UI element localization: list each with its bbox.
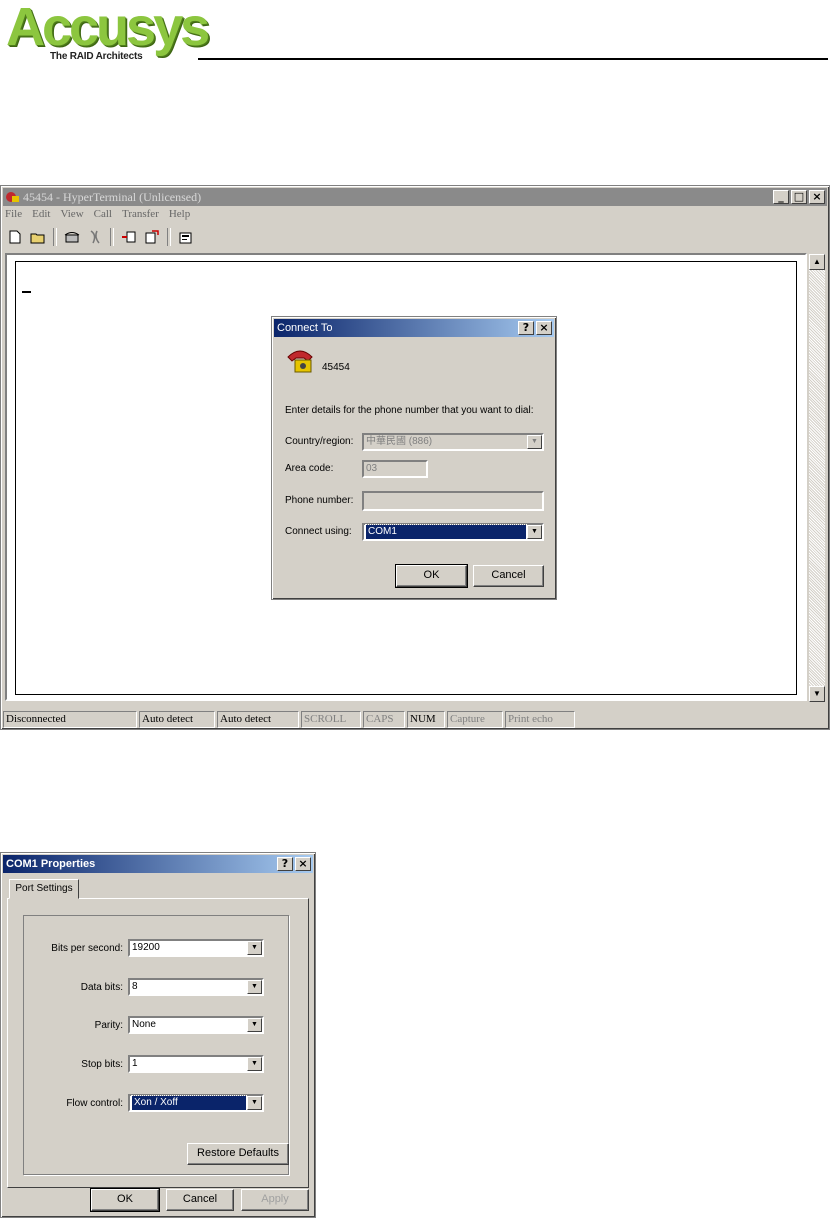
bits-per-second-value: 19200 [132, 942, 160, 953]
scroll-up-arrow-icon[interactable]: ▲ [809, 254, 825, 270]
status-detect-2: Auto detect [217, 711, 299, 728]
menu-bar: File Edit View Call Transfer Help [5, 208, 190, 224]
help-button[interactable]: ? [518, 321, 534, 335]
hyperterminal-titlebar[interactable]: 45454 - HyperTerminal (Unlicensed) _ □ × [3, 188, 827, 206]
receive-file-icon[interactable] [142, 228, 162, 246]
help-button[interactable]: ? [277, 857, 293, 871]
connect-using-value: COM1 [365, 524, 527, 540]
country-select[interactable]: 中華民國 (886) ▼ [362, 433, 544, 451]
flow-control-label: Flow control: [66, 1098, 123, 1109]
ok-button[interactable]: OK [90, 1188, 160, 1212]
dialog-title: Connect To [277, 322, 333, 334]
maximize-button[interactable]: □ [791, 190, 807, 204]
stop-bits-label: Stop bits: [81, 1059, 123, 1070]
vertical-scrollbar[interactable]: ▲ ▼ [809, 254, 825, 702]
send-file-icon[interactable] [119, 228, 139, 246]
close-button[interactable]: × [536, 321, 552, 335]
status-connection: Disconnected [3, 711, 137, 728]
country-label: Country/region: [285, 436, 354, 447]
menu-transfer[interactable]: Transfer [122, 208, 159, 224]
close-button[interactable]: × [295, 857, 311, 871]
connect-using-select[interactable]: COM1 ▼ [362, 523, 544, 541]
new-file-icon[interactable] [5, 228, 25, 246]
chevron-down-icon[interactable]: ▼ [247, 1096, 262, 1110]
connect-to-dialog: Connect To ? × 45454 Enter details for t… [271, 316, 557, 600]
status-bar: Disconnected Auto detect Auto detect SCR… [3, 711, 829, 729]
toolbar-separator [53, 228, 57, 246]
logo-brand: Accusys [6, 0, 210, 57]
phone-icon [287, 350, 313, 373]
chevron-down-icon[interactable]: ▼ [247, 1057, 262, 1071]
flow-control-select[interactable]: Xon / Xoff ▼ [128, 1094, 264, 1112]
cancel-button[interactable]: Cancel [166, 1189, 234, 1211]
accusys-logo: Accusys The RAID Architects [6, 0, 226, 64]
parity-select[interactable]: None ▼ [128, 1016, 264, 1034]
status-scroll: SCROLL [301, 711, 361, 728]
hyperterminal-icon [6, 192, 19, 202]
parity-label: Parity: [94, 1020, 123, 1031]
connect-to-titlebar[interactable]: Connect To ? × [274, 319, 554, 337]
menu-call[interactable]: Call [94, 208, 112, 224]
data-bits-label: Data bits: [80, 982, 123, 993]
status-caps: CAPS [363, 711, 405, 728]
data-bits-select[interactable]: 8 ▼ [128, 978, 264, 996]
scroll-down-arrow-icon[interactable]: ▼ [809, 686, 825, 702]
status-detect-1: Auto detect [139, 711, 215, 728]
chevron-down-icon[interactable]: ▼ [247, 1018, 262, 1032]
menu-edit[interactable]: Edit [32, 208, 50, 224]
area-code-label: Area code: [285, 463, 334, 474]
status-num: NUM [407, 711, 445, 728]
status-print-echo: Print echo [505, 711, 575, 728]
phone-number-label: Phone number: [285, 495, 354, 506]
bits-per-second-select[interactable]: 19200 ▼ [128, 939, 264, 957]
data-bits-value: 8 [132, 981, 138, 992]
country-value: 中華民國 (886) [366, 436, 433, 447]
restore-defaults-button[interactable]: Restore Defaults [187, 1143, 289, 1165]
connection-name: 45454 [322, 362, 350, 373]
chevron-down-icon[interactable]: ▼ [247, 941, 262, 955]
stop-bits-select[interactable]: 1 ▼ [128, 1055, 264, 1073]
tab-port-settings[interactable]: Port Settings [9, 879, 79, 899]
dial-phone-icon[interactable] [62, 228, 82, 246]
text-cursor [22, 291, 31, 293]
menu-view[interactable]: View [60, 208, 83, 224]
toolbar [5, 226, 196, 248]
parity-value: None [132, 1019, 156, 1030]
com1-titlebar[interactable]: COM1 Properties ? × [3, 855, 313, 873]
instruction-text: Enter details for the phone number that … [285, 405, 534, 416]
com1-properties-dialog: COM1 Properties ? × Port Settings Bits p… [0, 852, 316, 1218]
minimize-button[interactable]: _ [773, 190, 789, 204]
menu-help[interactable]: Help [169, 208, 190, 224]
status-capture: Capture [447, 711, 503, 728]
area-code-input[interactable]: 03 [362, 460, 428, 478]
dialog-title: COM1 Properties [6, 858, 96, 870]
open-folder-icon[interactable] [28, 228, 48, 246]
phone-number-input[interactable] [362, 491, 544, 511]
properties-icon[interactable] [176, 228, 196, 246]
close-button[interactable]: × [809, 190, 825, 204]
chevron-down-icon[interactable]: ▼ [527, 435, 542, 449]
chevron-down-icon[interactable]: ▼ [247, 980, 262, 994]
bits-per-second-label: Bits per second: [51, 943, 123, 954]
connect-using-label: Connect using: [285, 526, 352, 537]
flow-control-value: Xon / Xoff [131, 1095, 247, 1111]
cancel-button[interactable]: Cancel [473, 565, 544, 587]
ok-button[interactable]: OK [395, 564, 468, 588]
header-rule [198, 58, 828, 60]
disconnect-icon[interactable] [85, 228, 105, 246]
chevron-down-icon[interactable]: ▼ [527, 525, 542, 539]
menu-file[interactable]: File [5, 208, 22, 224]
window-title: 45454 - HyperTerminal (Unlicensed) [23, 189, 202, 204]
toolbar-separator [110, 228, 114, 246]
toolbar-separator [167, 228, 171, 246]
logo-tagline: The RAID Architects [50, 51, 143, 62]
stop-bits-value: 1 [132, 1058, 138, 1069]
apply-button[interactable]: Apply [241, 1189, 309, 1211]
